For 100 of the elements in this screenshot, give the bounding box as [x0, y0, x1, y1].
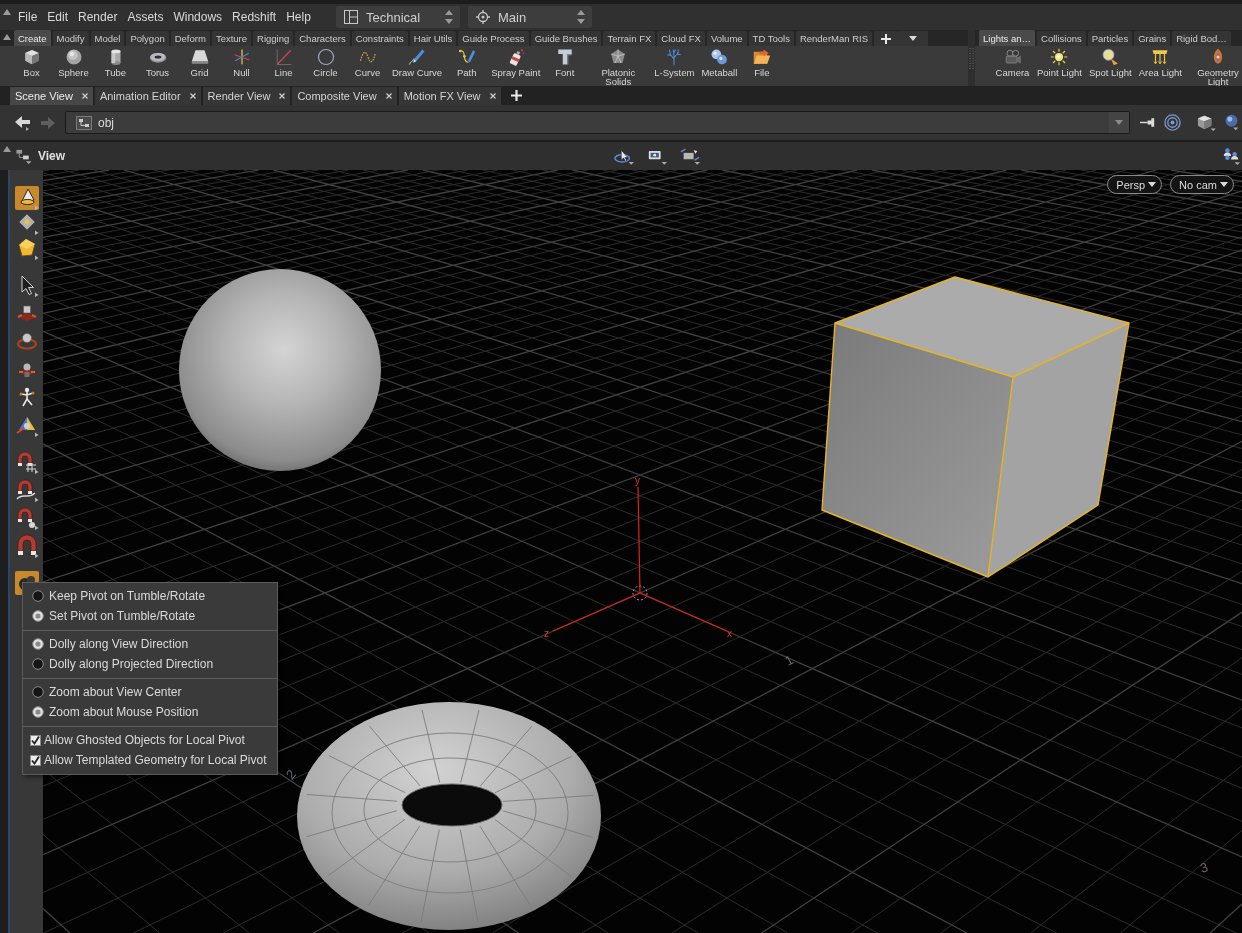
shelf-tool[interactable]: Line [264, 48, 303, 77]
shelf-tab[interactable]: Modify [52, 31, 89, 46]
magnet-curve-icon[interactable] [14, 478, 39, 502]
path-field[interactable]: obj [65, 111, 1130, 134]
shelf-tab[interactable]: Create [14, 30, 51, 46]
cube-icon[interactable] [1196, 113, 1216, 132]
sphere-icon[interactable] [1223, 114, 1240, 131]
shelf-tab[interactable]: Characters [295, 31, 350, 46]
menu-item[interactable]: Keep Pivot on Tumble/Rotate [23, 586, 277, 606]
shelf-tool[interactable]: Camera [993, 48, 1032, 77]
shelf-tool[interactable]: Null [222, 48, 261, 77]
shelf-tool[interactable]: Sphere [54, 48, 93, 77]
context-selector[interactable]: Main [468, 6, 592, 28]
caret-icon[interactable] [1115, 120, 1123, 125]
menu-item[interactable]: Windows [169, 8, 227, 26]
pane-tab[interactable]: Render View [202, 87, 291, 105]
shelf-tab[interactable]: Terrain FX [603, 31, 656, 46]
camera-arrows-icon[interactable] [679, 147, 700, 165]
menu-item[interactable]: File [14, 8, 42, 26]
radio-button[interactable] [32, 706, 44, 718]
shelf-menu-button[interactable] [898, 31, 929, 46]
close-icon[interactable] [489, 93, 496, 99]
shelf-tool[interactable]: Spray Paint [489, 48, 543, 77]
shelf-tab[interactable]: Cloud FX [657, 31, 705, 46]
menu-item[interactable]: Dolly along Projected Direction [23, 654, 277, 674]
menu-item[interactable]: Allow Ghosted Objects for Local Pivot [23, 730, 277, 750]
menu-item[interactable]: Dolly along View Direction [23, 634, 277, 654]
menu-item[interactable]: Allow Templated Geometry for Local Pivot [23, 750, 277, 770]
menu-item[interactable]: Help [282, 8, 315, 26]
shelf-tab[interactable]: Collisions [1037, 31, 1086, 46]
shelf-tool[interactable]: Grid [180, 48, 219, 77]
shelf-tab[interactable]: Texture [211, 31, 252, 46]
close-icon[interactable] [279, 93, 286, 99]
shelf-tool[interactable]: Draw Curve [390, 48, 445, 77]
radio-button[interactable] [32, 590, 44, 602]
shelf-tab[interactable]: Deform [170, 31, 210, 46]
menu-item[interactable]: Set Pivot on Tumble/Rotate [23, 606, 277, 626]
splitter-handle[interactable] [968, 30, 975, 86]
add-shelf-button[interactable] [874, 31, 899, 46]
shelf-tool[interactable]: Tube [96, 48, 135, 77]
back-arrow-icon[interactable] [14, 114, 32, 131]
shelf-tool[interactable]: Circle [306, 48, 345, 77]
shelf-tool[interactable]: Curve [348, 48, 387, 77]
shelf-tool[interactable]: File [742, 48, 782, 77]
radio-button[interactable] [32, 638, 44, 650]
shelf-tool[interactable]: Torus [138, 48, 177, 77]
pane-tab[interactable]: Scene View [10, 87, 93, 105]
figures-icon[interactable] [1222, 147, 1240, 165]
magnet-icon[interactable] [14, 534, 39, 558]
collapse-arrow-icon[interactable] [3, 34, 11, 40]
radio-button[interactable] [32, 658, 44, 670]
shelf-tab[interactable]: Guide Process [458, 31, 529, 46]
menu-item[interactable]: Assets [123, 8, 168, 26]
shelf-tab[interactable]: Grains [1134, 31, 1171, 46]
shelf-tab[interactable]: Lights an… [979, 30, 1036, 46]
pane-tab[interactable]: Motion FX View [398, 87, 501, 105]
close-icon[interactable] [81, 93, 88, 99]
menu-item[interactable]: Redshift [228, 8, 281, 26]
cursor-orbit-icon[interactable] [613, 147, 634, 165]
shelf-tool[interactable]: Area Light [1136, 48, 1184, 77]
shelf-tab[interactable]: Constraints [351, 31, 408, 46]
target-icon[interactable] [1164, 114, 1181, 131]
magnet-point-icon[interactable] [14, 506, 39, 530]
shelf-tool[interactable]: Path [447, 48, 487, 77]
menu-item[interactable]: Zoom about Mouse Position [23, 702, 277, 722]
shelf-tool[interactable]: Font [545, 48, 585, 77]
shelf-tab[interactable]: Model [90, 31, 125, 46]
view-menu-button[interactable]: Persp [1107, 175, 1163, 194]
plus-icon[interactable] [510, 90, 522, 101]
shelf-tab[interactable]: Volume [706, 31, 747, 46]
pane-tab[interactable]: Animation Editor [94, 87, 201, 105]
checkbox[interactable] [30, 754, 41, 766]
close-icon[interactable] [189, 93, 196, 99]
shelf-tool[interactable]: Spot Light [1086, 48, 1134, 77]
shelf-tab[interactable]: Guide Brushes [530, 31, 602, 46]
shelf-tab[interactable]: Particles [1087, 31, 1133, 46]
menu-item[interactable]: Render [74, 8, 122, 26]
magnet-grid-icon[interactable] [14, 450, 39, 474]
camera-menu-button[interactable]: No cam [1170, 175, 1234, 194]
shelf-tab[interactable]: RenderMan RIS [795, 31, 873, 46]
pane-tab[interactable]: Composite View [292, 87, 397, 105]
radio-button[interactable] [32, 686, 44, 698]
shelf-tool[interactable]: L-System [652, 48, 697, 77]
collapse-arrow-icon[interactable] [3, 9, 11, 15]
shelf-tool[interactable]: Platonic Solids [587, 48, 650, 86]
shelf-tool[interactable]: Metaball [699, 48, 740, 77]
nodes-icon[interactable] [14, 147, 34, 165]
menu-item[interactable]: Edit [43, 8, 73, 26]
desktop-selector[interactable]: Technical [336, 6, 460, 28]
shelf-tab[interactable]: TD Tools [748, 31, 794, 46]
shelf-tab[interactable]: Polygon [126, 31, 169, 46]
close-icon[interactable] [385, 93, 392, 99]
radio-button[interactable] [32, 610, 44, 622]
cone-icon[interactable] [14, 186, 39, 210]
shelf-tab[interactable]: Rigging [253, 31, 294, 46]
shelf-tool[interactable]: Box [12, 48, 51, 77]
menu-item[interactable]: Zoom about View Center [23, 682, 277, 702]
shelf-tool[interactable]: Point Light [1035, 48, 1084, 77]
collapse-arrow-icon[interactable] [3, 146, 11, 152]
shelf-tab[interactable]: Hair Utils [409, 31, 457, 46]
